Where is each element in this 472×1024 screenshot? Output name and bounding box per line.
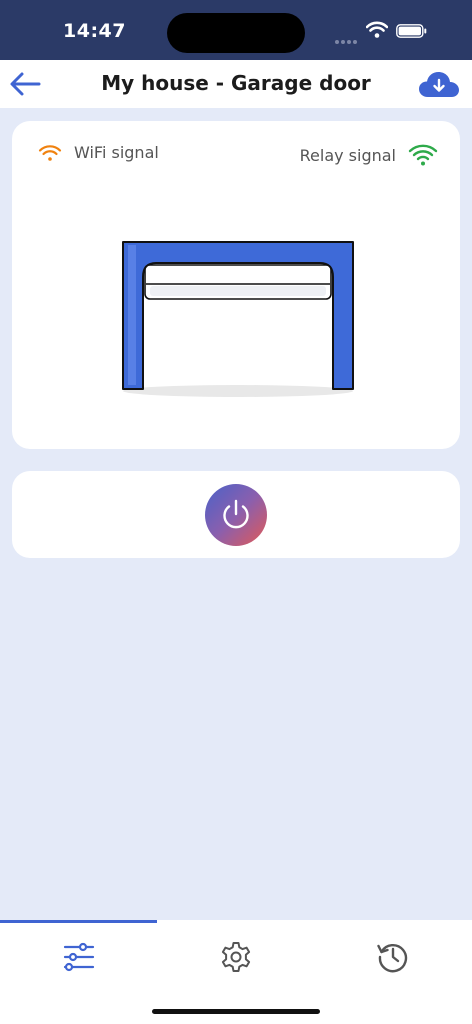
cloud-download-icon [419,72,459,97]
tab-controls[interactable] [0,924,157,990]
back-button[interactable] [8,70,42,98]
wifi-signal-icon [38,144,62,161]
power-control-card [12,471,460,558]
app-header: My house - Garage door [0,60,472,108]
status-time: 14:47 [63,20,126,42]
history-icon [376,943,407,973]
gear-icon [221,942,250,972]
wifi-status-icon [366,21,388,38]
door-status-card: WiFi signal Relay signal [12,121,460,449]
relay-signal-indicator: Relay signal [288,143,438,167]
home-indicator [152,1009,320,1014]
tab-history[interactable] [314,924,471,990]
active-tab-indicator [0,920,157,923]
garage-door-illustration [122,241,354,397]
page-title: My house - Garage door [101,71,371,95]
relay-signal-icon [408,144,438,166]
arrow-left-icon [10,72,41,96]
cellular-signal-icon [335,29,359,48]
cloud-download-button[interactable] [418,70,460,100]
sliders-icon [63,942,94,972]
wifi-signal-indicator: WiFi signal [38,143,171,162]
wifi-signal-label: WiFi signal [74,143,159,162]
bottom-tab-bar [0,920,472,1024]
camera-notch [167,13,305,53]
relay-signal-label: Relay signal [299,145,396,165]
power-button[interactable] [205,484,267,546]
status-bar: 14:47 [0,0,472,60]
tab-settings[interactable] [157,924,314,990]
battery-icon [396,24,427,38]
power-icon [223,499,249,529]
